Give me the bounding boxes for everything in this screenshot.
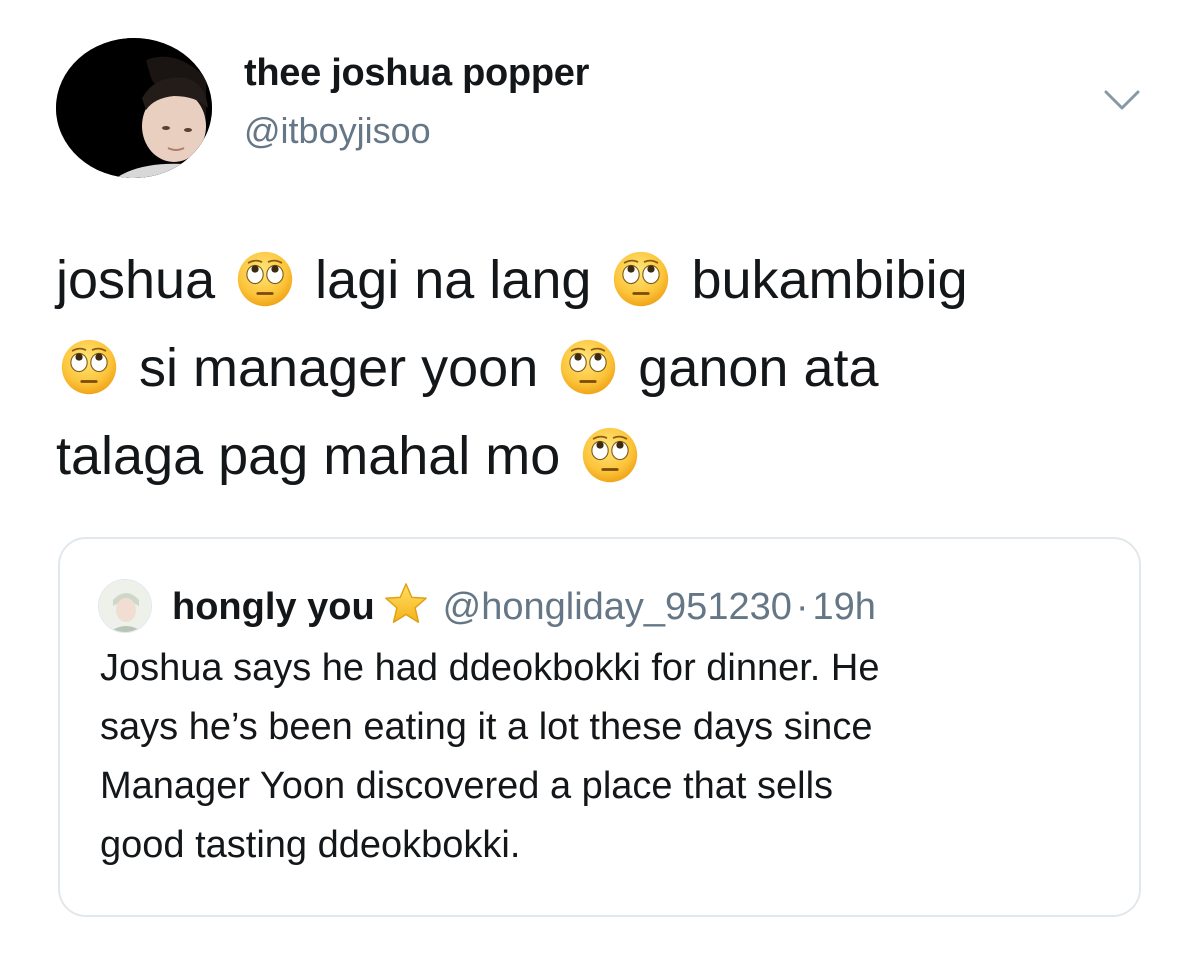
profile-photo-icon [99,580,151,632]
face-with-rolling-eyes-icon [60,338,118,396]
author-avatar[interactable] [56,38,212,178]
quoted-tweet-timestamp[interactable]: 19h [813,586,876,628]
quoted-tweet-header: hongly you @hongliday_951230 · 19h [172,581,876,630]
quoted-author-avatar[interactable] [98,579,152,633]
tweet-text: joshua lagi na lang bukambibig si manage… [56,236,1156,500]
author-handle[interactable]: @itboyjisoo [244,110,431,152]
tweet-text-fragment: bukambibig [691,250,968,310]
quoted-author-display-name[interactable]: hongly you [172,586,375,628]
quoted-author-handle[interactable]: @hongliday_951230 [443,586,792,628]
tweet-text-fragment: lagi na lang [315,250,592,310]
quoted-tweet-text-line: Joshua says he had ddeokbokki for dinner… [100,647,880,689]
profile-photo-icon [56,38,212,178]
star-icon [384,583,427,623]
tweet-text-fragment: ganon ata [638,338,879,398]
quoted-tweet-text: Joshua says he had ddeokbokki for dinner… [100,639,1110,875]
tweet-text-line: talaga pag mahal mo [56,412,1156,500]
quoted-tweet-text-line: says he’s been eating it a lot these day… [100,706,873,748]
tweet-text-fragment: joshua [56,250,216,310]
tweet-card: thee joshua popper @itboyjisoo joshua la… [0,0,1200,958]
tweet-text-fragment: si manager yoon [139,338,539,398]
face-with-rolling-eyes-icon [581,426,639,484]
face-with-rolling-eyes-icon [236,250,294,308]
quoted-tweet-text-line: good tasting ddeokbokki. [100,824,521,866]
face-with-rolling-eyes-icon [612,250,670,308]
tweet-text-line: si manager yoon ganon ata [56,324,1156,412]
quoted-tweet[interactable]: hongly you @hongliday_951230 · 19h Joshua … [58,537,1141,917]
face-with-rolling-eyes-icon [559,338,617,396]
chevron-down-icon[interactable] [1100,84,1144,114]
separator-dot: · [795,586,809,628]
author-display-name[interactable]: thee joshua popper [244,52,589,95]
tweet-text-line: joshua lagi na lang bukambibig [56,236,1156,324]
tweet-text-fragment: talaga pag mahal mo [56,426,561,486]
quoted-tweet-text-line: Manager Yoon discovered a place that sel… [100,765,834,807]
